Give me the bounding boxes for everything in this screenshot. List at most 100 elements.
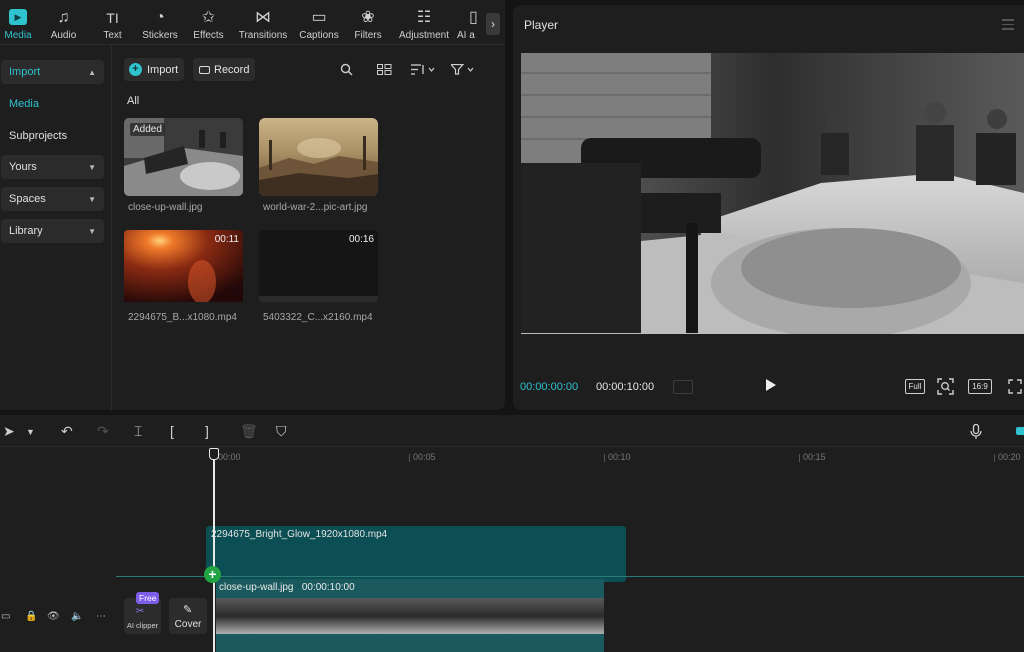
- sort-icon[interactable]: [411, 64, 435, 75]
- full-quality-button[interactable]: Full: [905, 379, 925, 394]
- clip-filmstrip: [216, 598, 604, 634]
- player-panel: Player 00:00:00:00 00:00:10:00 Full 16:9: [513, 5, 1024, 410]
- chevron-down-icon: ▼: [88, 162, 96, 172]
- total-timecode: 00:00:10:00: [596, 381, 655, 393]
- tab-adjustment[interactable]: ☷ Adjustment: [393, 0, 455, 45]
- ruler-label: 00:15: [803, 452, 826, 462]
- eye-icon[interactable]: 👁: [47, 611, 60, 622]
- volume-icon[interactable]: 🔈: [71, 611, 83, 622]
- image-clip-close-up-wall[interactable]: close-up-wall.jpg 00:00:10:00: [216, 579, 604, 652]
- player-title: Player: [524, 18, 559, 32]
- effects-icon: ✩: [201, 9, 216, 26]
- nav-library[interactable]: Library ▼: [1, 219, 104, 243]
- nav-spaces[interactable]: Spaces ▼: [1, 187, 104, 211]
- more-icon[interactable]: ⋯: [96, 611, 106, 622]
- trim-right-icon[interactable]: ]: [205, 423, 209, 439]
- tab-filters-label: Filters: [354, 30, 382, 41]
- import-button[interactable]: + Import: [124, 58, 184, 81]
- chevron-down-icon: ▼: [88, 194, 96, 204]
- adjustment-icon: ☷: [416, 9, 432, 26]
- media-item[interactable]: 00:11: [124, 230, 243, 308]
- camera-icon: [199, 65, 210, 74]
- lock-icon[interactable]: 🔒: [25, 611, 37, 622]
- tab-stickers[interactable]: ◔ Stickers: [134, 0, 186, 45]
- playhead-handle[interactable]: [209, 448, 219, 460]
- fullscreen-icon[interactable]: [1008, 379, 1022, 394]
- toolbar-scroll-right-button[interactable]: ›: [486, 13, 500, 35]
- filters-icon: ❀: [361, 9, 375, 26]
- world-war-2-thumbnail: [259, 118, 378, 196]
- redo-icon[interactable]: ↷: [97, 423, 109, 440]
- player-viewport[interactable]: [521, 53, 1024, 334]
- track-video-icon: ▭: [1, 611, 11, 622]
- menu-icon[interactable]: [1002, 19, 1014, 33]
- media-duration: 00:11: [214, 234, 239, 245]
- ruler-label: 00:10: [608, 452, 631, 462]
- microphone-icon[interactable]: [970, 424, 982, 440]
- cover-button[interactable]: ✎ Cover: [169, 598, 207, 634]
- nav-media[interactable]: Media: [9, 98, 39, 110]
- track-separator: [116, 576, 1024, 577]
- filter-icon[interactable]: [451, 64, 475, 75]
- ruler-label: 00:00: [218, 452, 241, 462]
- media-item[interactable]: [259, 118, 378, 196]
- magnet-toggle[interactable]: [1016, 427, 1024, 435]
- tab-text-label: Text: [103, 30, 122, 41]
- add-clip-icon[interactable]: +: [204, 566, 221, 583]
- audio-icon: ♫: [57, 9, 70, 26]
- all-filter-label: All: [127, 95, 140, 107]
- ruler-tick: [604, 454, 605, 462]
- nav-import[interactable]: Import ▲: [1, 60, 104, 84]
- tab-captions[interactable]: ▭ Captions: [295, 0, 343, 45]
- aspect-ratio-button[interactable]: 16:9: [968, 379, 992, 394]
- tab-media[interactable]: ▶ Media: [0, 0, 36, 45]
- grid-view-icon[interactable]: [377, 64, 392, 75]
- record-button-label: Record: [214, 63, 250, 76]
- video-clip-bright-glow[interactable]: 2294675_Bright_Glow_1920x1080.mp4: [206, 526, 626, 582]
- media-panel: ▶ Media ♫ Audio TI Text ◔ Stickers ✩ Eff…: [0, 0, 505, 410]
- cover-label: Cover: [174, 619, 202, 630]
- record-button[interactable]: Record: [193, 58, 255, 81]
- chevron-down-icon[interactable]: ▼: [26, 427, 35, 437]
- tab-ai[interactable]: ▯ AI a: [455, 0, 481, 45]
- tab-text[interactable]: TI Text: [91, 0, 134, 45]
- chevron-up-icon: ▲: [88, 67, 96, 77]
- tab-ai-label: AI a: [457, 30, 475, 41]
- captions-icon: ▭: [311, 9, 327, 26]
- delete-icon[interactable]: 🗑: [240, 423, 258, 440]
- zoom-fit-icon[interactable]: [937, 378, 954, 395]
- nav-subprojects[interactable]: Subprojects: [9, 130, 67, 142]
- ai-clipper-label: AI clipper: [126, 621, 159, 630]
- split-icon[interactable]: ⌶: [134, 423, 142, 440]
- media-item-name: 5403322_C...x2160.mp4: [263, 312, 373, 323]
- playhead[interactable]: [213, 448, 215, 652]
- marker-icon[interactable]: ⛉: [276, 423, 287, 440]
- tab-captions-label: Captions: [299, 30, 339, 41]
- tab-transitions[interactable]: ⋈ Transitions: [231, 0, 295, 45]
- nav-library-label: Library: [9, 225, 43, 237]
- tab-filters[interactable]: ❀ Filters: [343, 0, 393, 45]
- play-icon[interactable]: [766, 379, 776, 391]
- clip-name: close-up-wall.jpg 00:00:10:00: [219, 582, 355, 593]
- media-item[interactable]: 00:16: [259, 230, 378, 302]
- main-track-header: ▭ 🔒 👁 🔈 ⋯: [0, 605, 116, 633]
- clip-name: 2294675_Bright_Glow_1920x1080.mp4: [211, 529, 388, 540]
- select-cursor-icon[interactable]: ➤: [3, 423, 15, 440]
- trim-left-icon[interactable]: [: [170, 423, 174, 439]
- nav-yours[interactable]: Yours ▼: [1, 155, 104, 179]
- nav-import-label: Import: [9, 66, 41, 78]
- undo-icon[interactable]: ↶: [61, 423, 73, 440]
- search-icon[interactable]: [340, 63, 353, 76]
- media-item[interactable]: Added: [124, 118, 243, 196]
- tab-audio[interactable]: ♫ Audio: [36, 0, 91, 45]
- transitions-icon: ⋈: [255, 9, 271, 26]
- timeline-ruler: 00:00 00:05 00:10 00:15 00:20: [216, 448, 1024, 468]
- scissors-icon: ✂: [136, 606, 145, 617]
- ai-clipper-button[interactable]: Free ✂ AI clipper: [124, 592, 161, 634]
- tab-adjustment-label: Adjustment: [398, 30, 450, 41]
- tab-effects[interactable]: ✩ Effects: [186, 0, 231, 45]
- media-item-name: world-war-2...pic-art.jpg: [263, 202, 368, 213]
- tab-audio-label: Audio: [50, 30, 77, 41]
- ruler-tick: [994, 454, 995, 462]
- ruler-label: 00:05: [413, 452, 436, 462]
